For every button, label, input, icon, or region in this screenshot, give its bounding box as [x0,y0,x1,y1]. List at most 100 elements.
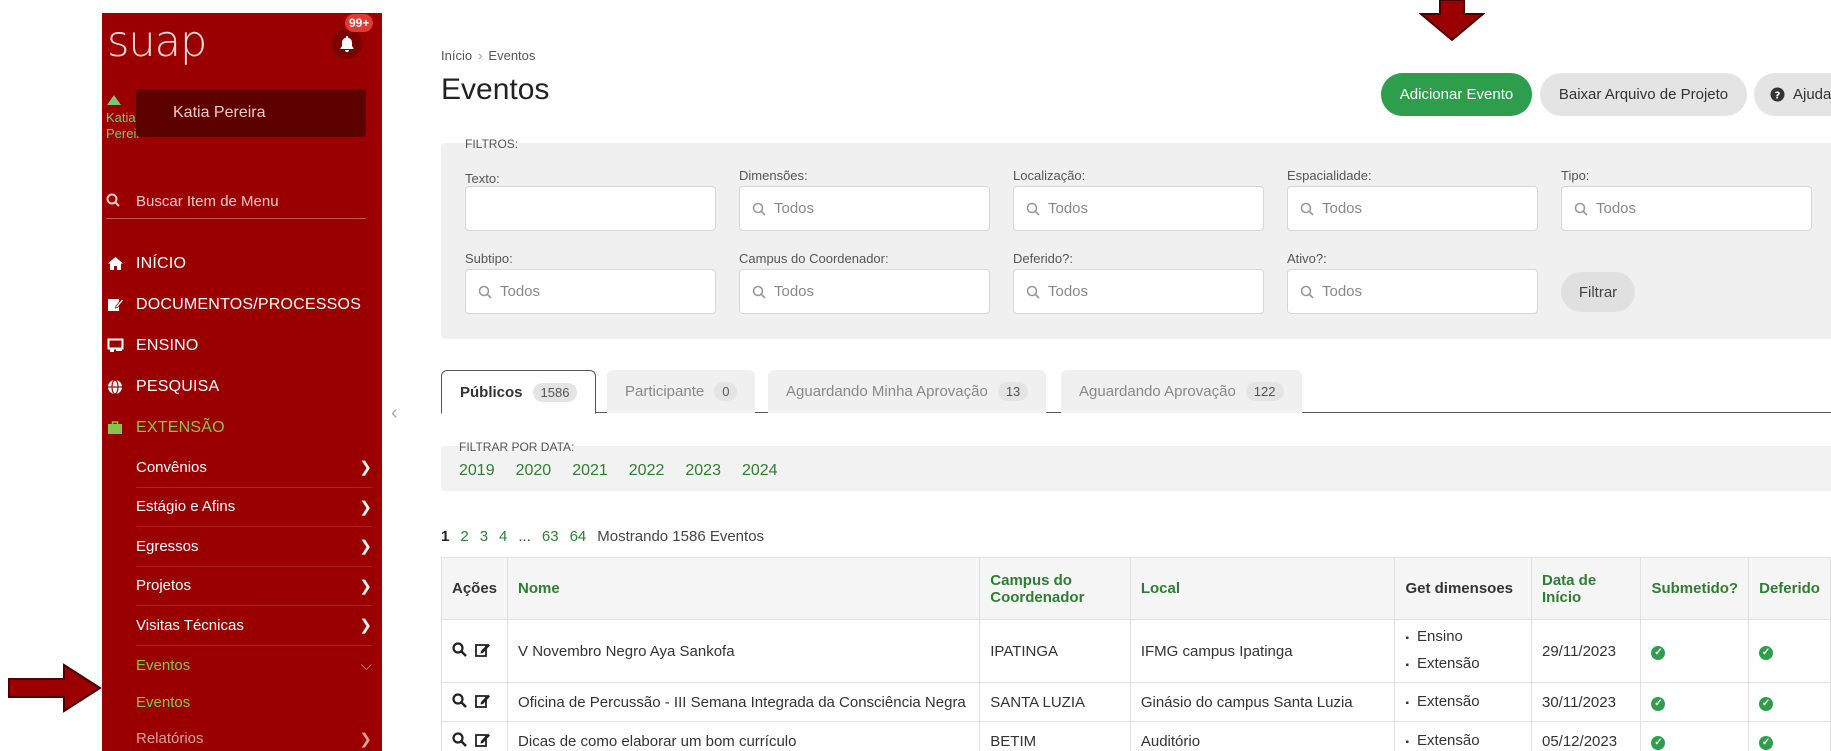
menu-search[interactable]: Buscar Item de Menu [106,185,366,219]
filter-label-tipo: Tipo: [1561,168,1590,183]
select-placeholder: Todos [774,200,815,217]
search-icon [1300,202,1314,216]
page-link[interactable]: 3 [480,528,488,545]
search-icon [752,202,766,216]
help-label: Ajuda [1793,86,1831,103]
check-circle-icon: ✓ [1759,696,1774,711]
breadcrumb-home[interactable]: Início [441,48,472,63]
submenu-item-egressos[interactable]: Egressos ❯ [136,527,372,567]
filter-tipo-select[interactable]: Todos [1561,186,1812,231]
filter-espacialidade-select[interactable]: Todos [1287,186,1538,231]
edit-icon[interactable] [475,693,491,712]
tab-publicos[interactable]: Públicos 1586 [441,370,597,414]
col-header-local[interactable]: Local [1129,557,1396,620]
page-link[interactable]: 64 [570,528,587,545]
filter-button[interactable]: Filtrar [1561,272,1635,312]
submenu-item-relatorios[interactable]: Relatórios ❯ [136,719,372,751]
view-icon[interactable] [452,731,467,751]
cell-nome[interactable]: Dicas de como elaborar um bom currículo [507,721,981,751]
filter-label-subtipo: Subtipo: [465,251,513,266]
year-link[interactable]: 2024 [742,462,778,480]
col-header-campus[interactable]: Campus do Coordenador [979,557,1131,620]
col-header-acoes: Ações [440,557,509,620]
cell-submetido: ✓ [1640,721,1750,751]
tab-count-badge: 122 [1245,382,1284,401]
tab-aguardando-aprovacao[interactable]: Aguardando Aprovação 122 [1061,370,1302,413]
menu-item-pesquisa[interactable]: PESQUISA [106,366,376,407]
menu-item-inicio[interactable]: INÍCIO [106,243,376,284]
download-project-file-button[interactable]: Baixar Arquivo de Projeto [1540,73,1747,116]
submenu-label: Relatórios [136,730,204,748]
view-icon[interactable] [452,692,467,712]
submenu-item-estagio[interactable]: Estágio e Afins ❯ [136,488,372,527]
tab-count-badge: 13 [997,382,1029,401]
select-placeholder: Todos [500,283,541,300]
filter-subtipo-select[interactable]: Todos [465,269,716,314]
year-link[interactable]: 2019 [459,462,495,480]
user-name-box[interactable]: Katia Pereira [136,89,366,137]
filter-label-campus: Campus do Coordenador: [739,251,889,266]
view-icon[interactable] [452,641,467,661]
table-row: V Novembro Negro Aya Sankofa IPATINGA IF… [440,619,1831,683]
filter-label-localizacao: Localização: [1013,168,1086,183]
submenu-label: Eventos [136,656,191,674]
chevron-right-icon: ❯ [359,459,372,477]
annotation-arrow-down-icon [1419,0,1485,42]
document-edit-icon [106,296,124,314]
filter-label-deferido: Deferido?: [1013,251,1073,266]
col-header-submetido[interactable]: Submetido? [1640,557,1750,620]
menu-item-ensino[interactable]: ENSINO [106,325,376,366]
menu-item-extensao[interactable]: EXTENSÃO [106,407,376,448]
search-icon [1026,202,1040,216]
submenu-item-projetos[interactable]: Projetos ❯ [136,567,372,606]
submenu-item-convenios[interactable]: Convênios ❯ [136,448,372,488]
cell-campus: BETIM [979,721,1131,751]
edit-icon[interactable] [475,732,491,751]
add-event-button[interactable]: Adicionar Evento [1381,73,1532,116]
year-link[interactable]: 2021 [572,462,608,480]
year-link[interactable]: 2022 [629,462,665,480]
cell-campus: IPATINGA [979,619,1131,683]
filter-campus-select[interactable]: Todos [739,269,990,314]
filter-ativo-select[interactable]: Todos [1287,269,1538,314]
submenu-label: Visitas Técnicas [136,616,244,634]
menu-label: ENSINO [136,336,199,354]
dimension-item: Ensino [1405,624,1521,651]
select-placeholder: Todos [1048,283,1089,300]
filter-dimensoes-select[interactable]: Todos [739,186,990,231]
col-header-data-inicio[interactable]: Data de Início [1530,557,1642,620]
tab-label: Aguardando Minha Aprovação [786,383,988,400]
submenu-label: Estágio e Afins [136,498,236,516]
filter-localizacao-select[interactable]: Todos [1013,186,1264,231]
submenu-label: Convênios [136,458,207,476]
select-placeholder: Todos [774,283,815,300]
search-icon [1026,285,1040,299]
collapse-sidebar-icon[interactable]: ‹ [391,402,398,425]
cell-nome[interactable]: Oficina de Percussão - III Semana Integr… [507,682,981,722]
submenu-link-eventos[interactable]: Eventos [136,685,372,719]
select-placeholder: Todos [1322,283,1363,300]
col-header-deferido[interactable]: Deferido [1748,557,1831,620]
year-link[interactable]: 2020 [516,462,552,480]
page-link[interactable]: 4 [499,528,507,545]
app-logo[interactable]: suap [107,17,207,67]
page-link[interactable]: 63 [542,528,559,545]
check-circle-icon: ✓ [1651,696,1666,711]
year-link[interactable]: 2023 [685,462,721,480]
page-link[interactable]: 2 [460,528,468,545]
help-button[interactable]: ? Ajuda [1754,73,1831,116]
filter-texto-input[interactable] [465,186,716,231]
edit-icon[interactable] [475,642,491,661]
chevron-right-icon: ❯ [359,577,372,595]
col-header-nome[interactable]: Nome [507,557,981,620]
tab-participante[interactable]: Participante 0 [607,370,756,413]
filter-deferido-select[interactable]: Todos [1013,269,1264,314]
breadcrumb-current: Eventos [488,48,536,63]
cell-nome[interactable]: V Novembro Negro Aya Sankofa [507,619,981,683]
submenu-item-eventos[interactable]: Eventos ⌵ [136,646,372,686]
notifications-bell-icon[interactable] [332,29,362,59]
tab-aguardando-minha-aprovacao[interactable]: Aguardando Minha Aprovação 13 [768,370,1047,413]
menu-item-documentos[interactable]: DOCUMENTOS/PROCESSOS [106,284,376,325]
submenu-item-visitas[interactable]: Visitas Técnicas ❯ [136,606,372,646]
results-summary: Mostrando 1586 Eventos [597,528,765,545]
